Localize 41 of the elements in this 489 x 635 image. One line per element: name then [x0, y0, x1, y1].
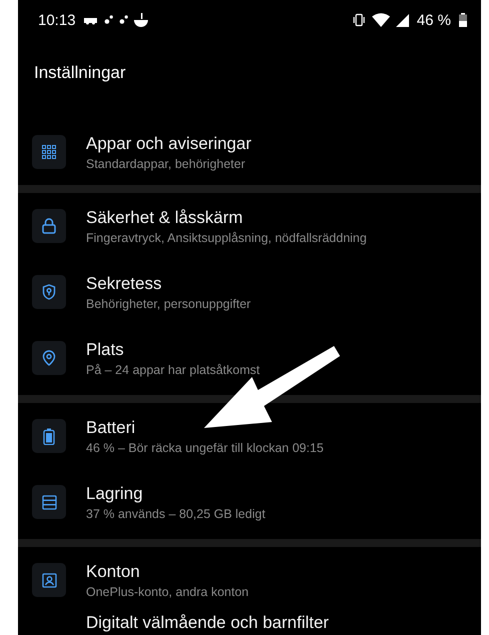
item-title: Plats	[86, 340, 125, 360]
account-icon	[42, 572, 56, 588]
bowl-icon	[134, 13, 148, 27]
shield-keyhole-icon	[42, 284, 56, 300]
item-title: Lagring	[86, 484, 144, 504]
item-title: Konton	[86, 562, 141, 582]
item-subtitle: OnePlus-konto, andra konton	[86, 584, 249, 598]
item-subtitle: 37 % används – 80,25 GB ledigt	[86, 506, 266, 520]
item-title: Appar och aviseringar	[86, 134, 252, 154]
item-title: Digitalt välmående och barnfilter	[86, 613, 329, 633]
item-subtitle: Behörigheter, personuppgifter	[86, 296, 251, 310]
grid-icon	[42, 145, 56, 159]
settings-item[interactable]: Säkerhet & låsskärm Fingeravtryck, Ansiktsupplåsning, nödfallsräddning	[18, 193, 481, 259]
item-subtitle: 46 % – Bör räcka ungefär till klockan 09:15	[86, 440, 324, 454]
location-pin-icon	[42, 350, 56, 366]
footprints-icon	[118, 15, 128, 25]
footprints-icon	[104, 15, 113, 25]
item-subtitle: Standardappar, behörigheter	[86, 156, 246, 170]
signal-icon	[396, 14, 409, 26]
settings-item[interactable]: Konton OnePlus-konto, andra konton	[18, 547, 481, 613]
settings-item[interactable]: Plats På – 24 appar har platsåtkomst	[18, 325, 481, 391]
car-icon	[84, 15, 98, 25]
screen-title: Inställningar	[33, 62, 127, 84]
settings-item[interactable]: Digitalt välmående och barnfilter	[18, 613, 481, 635]
battery-icon	[43, 428, 55, 444]
settings-item[interactable]: Appar och aviseringar Standardappar, behörigheter	[18, 119, 481, 185]
item-title: Batteri	[86, 418, 136, 438]
settings-item[interactable]: Lagring 37 % används – 80,25 GB ledigt	[18, 469, 481, 535]
item-title: Sekretess	[86, 274, 163, 294]
vibrate-icon	[352, 13, 366, 27]
storage-icon	[42, 494, 56, 510]
item-subtitle: På – 24 appar har platsåtkomst	[86, 362, 260, 376]
status-time: 10:13	[38, 12, 76, 28]
settings-item[interactable]: Sekretess Behörigheter, personuppgifter	[18, 259, 481, 325]
battery-icon	[459, 13, 467, 27]
item-title: Säkerhet & låsskärm	[86, 208, 244, 228]
battery-percentage: 46 %	[416, 12, 451, 28]
wifi-icon	[372, 13, 390, 27]
item-subtitle: Fingeravtryck, Ansiktsupplåsning, nödfallsräddning	[86, 230, 367, 244]
settings-item[interactable]: Batteri 46 % – Bör räcka ungefär till klockan 09:15	[18, 403, 481, 469]
lock-icon	[42, 218, 56, 234]
